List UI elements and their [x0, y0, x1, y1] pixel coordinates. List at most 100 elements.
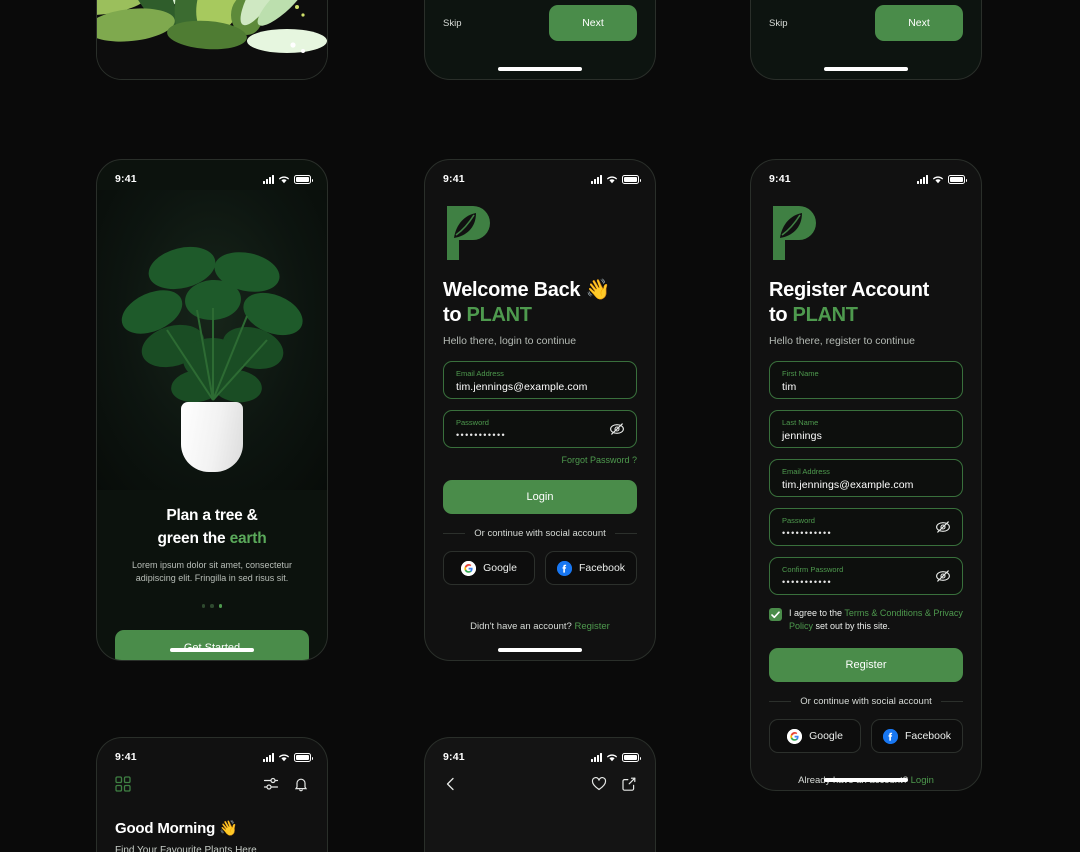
divider-text: Or continue with social account [474, 528, 606, 539]
onboarding-photo [97, 190, 327, 490]
email-field[interactable]: Email Address tim.jennings@example.com [443, 361, 637, 399]
dot-2[interactable] [210, 604, 214, 608]
status-bar: 9:41 [97, 738, 327, 768]
cellular-bars-icon [917, 174, 928, 184]
get-started-button[interactable]: Get Started [115, 629, 309, 660]
register-button[interactable]: Register [769, 648, 963, 683]
google-register-button[interactable]: Google [769, 719, 861, 754]
share-icon[interactable] [621, 776, 637, 797]
google-label: Google [483, 562, 517, 574]
battery-icon [294, 174, 313, 184]
wifi-icon [607, 753, 617, 761]
password-field[interactable]: Password ••••••••••• [443, 410, 637, 448]
wifi-icon [933, 175, 943, 183]
register-title-line1: Register Account [769, 279, 930, 301]
sliders-icon[interactable] [263, 776, 279, 797]
confirm-password-field[interactable]: Confirm Password ••••••••••• [769, 557, 963, 595]
password-value: ••••••••••• [456, 430, 507, 440]
social-buttons: Google Facebook [443, 551, 637, 585]
first-name-field[interactable]: First Name tim [769, 361, 963, 399]
plant-leaf-p-logo [769, 204, 821, 262]
status-time: 9:41 [115, 173, 137, 185]
eye-off-icon[interactable] [609, 421, 625, 437]
pagination-dots [115, 604, 309, 608]
social-divider: Or continue with social account [769, 696, 964, 708]
login-title-line1: Welcome Back 👋 [443, 279, 611, 301]
phone-onboarding-illustration [96, 0, 328, 80]
phone-register: 9:41 Register Account to PLANT Hello the… [750, 159, 982, 791]
google-login-button[interactable]: Google [443, 551, 535, 585]
greeting-subtitle: Find Your Favourite Plants Here [115, 845, 257, 852]
wifi-icon [279, 175, 289, 183]
next-button[interactable]: Next [875, 5, 963, 41]
first-name-value: tim [782, 381, 797, 393]
email-value: tim.jennings@example.com [456, 381, 588, 393]
divider-line-right [614, 533, 638, 534]
leaves-illustration [97, 0, 327, 79]
password-field[interactable]: Password ••••••••••• [769, 508, 963, 546]
battery-icon [294, 752, 313, 762]
terms-text: I agree to the Terms & Conditions & Priv… [789, 607, 963, 633]
facebook-register-button[interactable]: Facebook [871, 719, 963, 754]
home-indicator [498, 648, 582, 652]
home-indicator [824, 67, 908, 71]
status-time: 9:41 [769, 173, 791, 185]
divider-line-left [443, 533, 466, 534]
divider-line-left [769, 701, 792, 703]
facebook-label: Facebook [904, 730, 952, 743]
password-label: Password [456, 418, 489, 427]
dot-3-active[interactable] [218, 604, 223, 608]
eye-off-icon[interactable] [935, 519, 951, 535]
onboarding-description: Lorem ipsum dolor sit amet, consectetur … [131, 559, 293, 584]
cellular-bars-icon [591, 752, 602, 762]
eye-off-icon[interactable] [935, 568, 951, 584]
first-name-label: First Name [782, 369, 819, 378]
login-link[interactable]: Login [911, 775, 934, 786]
facebook-login-button[interactable]: Facebook [545, 551, 637, 585]
terms-checkbox[interactable] [769, 608, 782, 621]
home-indicator [824, 778, 908, 782]
battery-icon [948, 174, 967, 184]
phone-onboarding-final: 9:41 Plan a tree & green the earth Lorem… [96, 159, 328, 661]
brand-name: PLANT [466, 304, 532, 326]
status-time: 9:41 [443, 173, 465, 185]
last-name-field[interactable]: Last Name jennings [769, 410, 963, 448]
status-bar: 9:41 [751, 160, 981, 190]
next-button[interactable]: Next [549, 5, 637, 41]
skip-button[interactable]: Skip [443, 18, 461, 29]
skip-button[interactable]: Skip [769, 18, 787, 29]
social-buttons: Google Facebook [769, 719, 963, 754]
status-bar: 9:41 [425, 738, 655, 768]
phone-login: 9:41 Welcome Back 👋 to PLANT Hello there… [424, 159, 656, 661]
divider-text: Or continue with social account [800, 696, 932, 708]
onboarding-title-line1: Plan a tree & [166, 507, 258, 524]
footer-text: Didn't have an account? [470, 621, 575, 632]
home-indicator [170, 648, 254, 652]
facebook-icon [556, 560, 572, 576]
phone-home: 9:41 Good Morning 👋 Find Your Favourite … [96, 737, 328, 852]
heart-icon[interactable] [591, 776, 607, 797]
login-button[interactable]: Login [443, 480, 637, 514]
register-subtitle: Hello there, register to continue [769, 335, 915, 347]
wifi-icon [607, 175, 617, 183]
battery-icon [622, 174, 641, 184]
bell-icon[interactable] [293, 776, 309, 797]
email-value: tim.jennings@example.com [782, 479, 914, 491]
login-footer: Didn't have an account? Register [443, 621, 637, 632]
plant-detail-photo [425, 838, 655, 852]
google-icon [461, 560, 477, 576]
chevron-left-icon[interactable] [443, 776, 459, 797]
confirm-password-label: Confirm Password [782, 565, 844, 574]
forgot-password-link[interactable]: Forgot Password ? [443, 455, 637, 465]
dot-1[interactable] [201, 604, 206, 608]
brand-name: PLANT [792, 304, 858, 326]
register-link[interactable]: Register [574, 621, 609, 632]
onboarding-title-line2: green the earth [157, 530, 267, 548]
plant-leaf-p-logo [443, 204, 495, 262]
email-field[interactable]: Email Address tim.jennings@example.com [769, 459, 963, 497]
grid-menu-icon[interactable] [115, 776, 131, 797]
screenshot-canvas: Skip Next Skip Next 9:41 Plan a tree & g… [0, 0, 1080, 852]
facebook-label: Facebook [578, 562, 626, 574]
password-label: Password [782, 516, 815, 525]
wave-emoji: 👋 [585, 279, 611, 301]
